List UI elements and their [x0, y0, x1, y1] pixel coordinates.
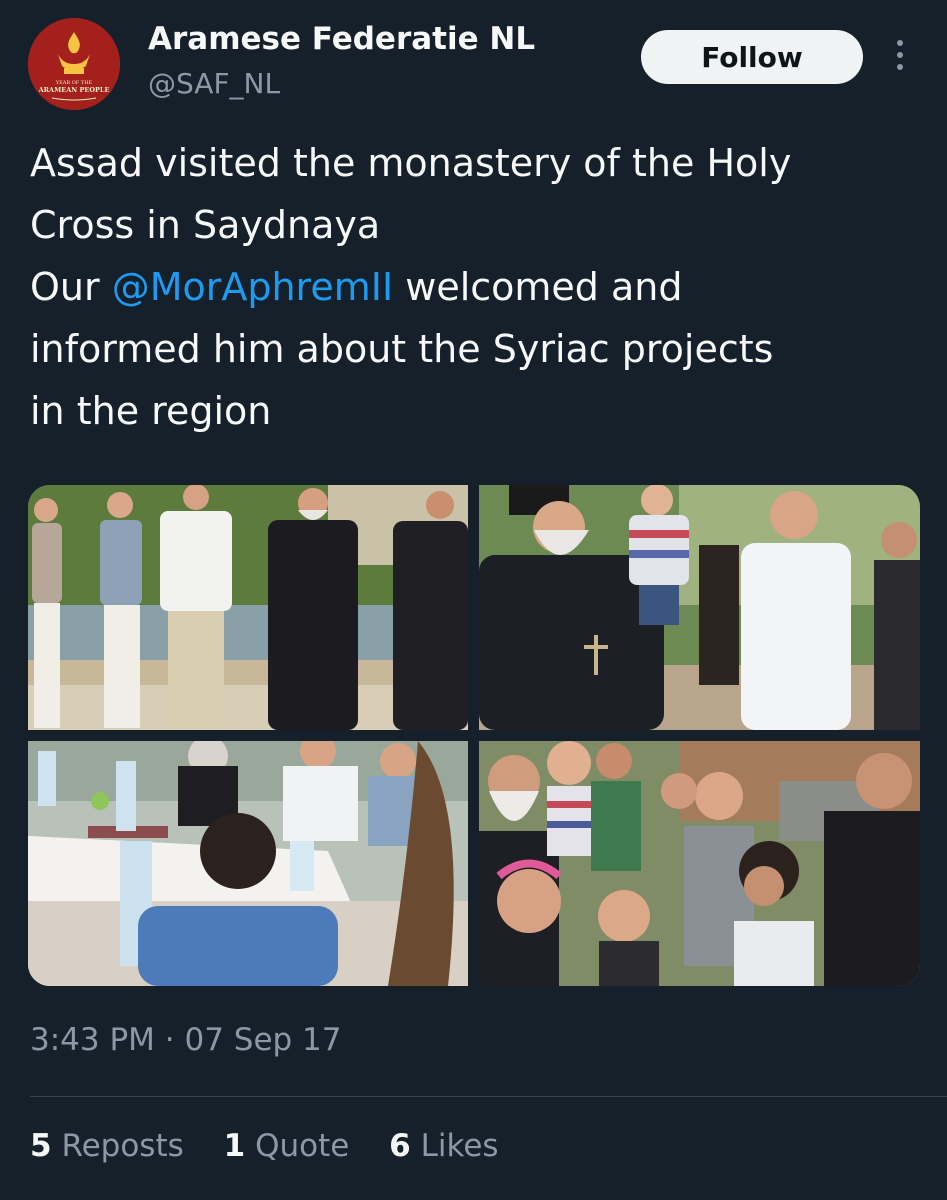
- photo-1[interactable]: [28, 485, 468, 730]
- engagement-stats: 5 Reposts 1 Quote 6 Likes: [30, 1128, 529, 1164]
- more-vertical-icon[interactable]: [888, 40, 912, 74]
- photo-3[interactable]: [28, 741, 468, 986]
- avatar-text-2: ARAMEAN PEOPLE: [38, 86, 110, 94]
- likes-stat[interactable]: 6 Likes: [389, 1128, 498, 1164]
- tweet-line-3: Our @MorAphremII welcomed and: [30, 256, 920, 318]
- author-info[interactable]: Aramese Federatie NL @SAF_NL: [148, 18, 535, 104]
- tweet-text: Assad visited the monastery of the Holy …: [30, 132, 920, 442]
- likes-label: Likes: [420, 1128, 499, 1164]
- tweet-line-4: informed him about the Syriac projects: [30, 327, 774, 371]
- quotes-stat[interactable]: 1 Quote: [224, 1128, 350, 1164]
- tweet-line-3-suffix: welcomed and: [393, 265, 683, 309]
- photo-2[interactable]: [479, 485, 920, 730]
- likes-count: 6: [389, 1128, 411, 1164]
- photo-1-image: [28, 485, 468, 730]
- reposts-count: 5: [30, 1128, 52, 1164]
- photo-4-image: [479, 741, 920, 986]
- mention-link[interactable]: @MorAphremII: [112, 265, 393, 309]
- divider: [30, 1096, 947, 1097]
- tweet-line-5: in the region: [30, 389, 272, 433]
- quotes-count: 1: [223, 1128, 246, 1164]
- tweet-line-1: Assad visited the monastery of the Holy: [30, 141, 792, 185]
- tweet-timestamp[interactable]: 3:43 PM · 07 Sep 17: [30, 1022, 342, 1058]
- photo-3-image: [28, 741, 468, 986]
- photo-4[interactable]: [479, 741, 920, 986]
- follow-button[interactable]: Follow: [641, 30, 863, 84]
- reposts-stat[interactable]: 5 Reposts: [30, 1128, 184, 1164]
- photo-2-image: [479, 485, 920, 730]
- reposts-label: Reposts: [61, 1128, 184, 1164]
- author-display-name[interactable]: Aramese Federatie NL: [148, 18, 535, 60]
- quotes-label: Quote: [255, 1128, 350, 1164]
- tweet-line-2: Cross in Saydnaya: [30, 203, 381, 247]
- media-grid: [28, 485, 920, 986]
- author-handle[interactable]: @SAF_NL: [148, 64, 535, 104]
- avatar-logo-icon: YEAR OF THE ARAMEAN PEOPLE: [28, 18, 120, 110]
- tweet-line-3-prefix: Our: [30, 265, 112, 309]
- avatar[interactable]: YEAR OF THE ARAMEAN PEOPLE: [28, 18, 120, 110]
